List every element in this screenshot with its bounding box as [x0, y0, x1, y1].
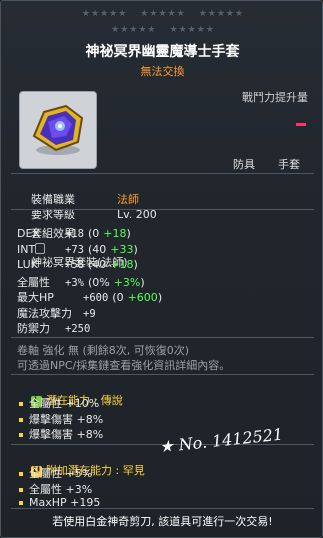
- star-icon: ★: [216, 9, 225, 19]
- divider: [11, 374, 314, 375]
- stat-row: 最大HP +600 (0 +600): [17, 289, 162, 305]
- scroll-info-line1: 卷軸 強化 無 (剩餘8次, 可恢復0次): [17, 344, 190, 357]
- star-icon: ★: [198, 9, 207, 19]
- star-icon: ★: [100, 9, 109, 19]
- star-icon: ★: [81, 9, 90, 19]
- item-tooltip: ★★★★★ ★★★★★ ★★★★★ ★★★★★ ★★★★★ 神祕冥界幽靈魔導士手套 無…: [0, 0, 323, 538]
- star-force-row-1: ★★★★★ ★★★★★ ★★★★★: [1, 9, 322, 19]
- stat-total: +3%: [65, 276, 84, 289]
- bullet-icon: [19, 433, 23, 437]
- tag-category: 防具: [233, 158, 255, 171]
- star-icon: ★: [167, 9, 176, 19]
- stat-name: 防禦力: [17, 322, 50, 335]
- star-icon: ★: [149, 9, 158, 19]
- star-icon: ★: [196, 25, 205, 35]
- stat-base: (0: [87, 227, 100, 240]
- stat-base: (40: [87, 258, 107, 271]
- stat-row: 防禦力 +250: [17, 320, 98, 336]
- stat-base: (40: [87, 242, 107, 256]
- stat-name: 魔法攻擊力: [17, 306, 72, 320]
- item-name: 神祕冥界幽靈魔導士手套: [85, 44, 240, 60]
- star-icon: ★: [187, 25, 196, 35]
- watermark-number: ★ No. 1412521: [158, 424, 284, 457]
- stat-name: 最大HP: [17, 291, 54, 304]
- divider: [11, 337, 314, 338]
- divider: [11, 209, 314, 210]
- star-icon: ★: [235, 9, 244, 19]
- star-icon: ★: [225, 9, 234, 19]
- item-icon-frame: [19, 91, 97, 169]
- stat-name: LUK: [17, 258, 38, 271]
- stat-row: LUK +58 (40 +18): [17, 258, 138, 271]
- stat-close: ): [133, 242, 138, 256]
- star-icon: ★: [147, 25, 156, 35]
- star-icon: ★: [205, 25, 214, 35]
- stat-bonus: +18: [110, 258, 134, 271]
- star-force-row-2: ★★★★★ ★★★★★: [1, 25, 322, 35]
- tag-type: 手套: [278, 158, 300, 171]
- stat-total: +250: [65, 323, 91, 335]
- stat-close: ): [133, 258, 138, 271]
- stat-name: INT: [17, 242, 36, 256]
- stat-total: +600: [83, 292, 109, 304]
- star-icon: ★: [178, 25, 187, 35]
- stat-bonus: +18: [103, 227, 127, 240]
- additional-potential-line-text: 全屬性 +3%: [29, 482, 93, 496]
- star-icon: ★: [158, 9, 167, 19]
- stat-total: +18: [65, 228, 84, 240]
- stat-close: ): [157, 291, 163, 304]
- additional-potential-line: 全屬性 +3%: [19, 481, 92, 497]
- purple-gold-glove-icon: [32, 104, 84, 155]
- bullet-icon: [19, 402, 23, 406]
- bullet-icon: [19, 472, 23, 476]
- star-icon: ★: [129, 25, 138, 35]
- power-increase-label: 戰鬥力提升量: [242, 91, 308, 104]
- stat-row: INT +73 (40 +33): [17, 243, 138, 256]
- potential-line-text: 爆擊傷害 +8%: [29, 428, 104, 441]
- stat-name: DEX: [17, 227, 40, 240]
- additional-potential-line: 全屬性 +5%: [19, 465, 92, 481]
- stat-bonus: +600: [127, 291, 158, 304]
- star-icon: ★: [109, 9, 118, 19]
- stat-bonus: +33: [110, 242, 134, 256]
- trade-status: 無法交換: [140, 65, 185, 78]
- additional-potential-line-text: 全屬性 +5%: [29, 467, 93, 480]
- stat-close: ): [140, 275, 145, 289]
- stat-total: +9: [83, 307, 96, 320]
- stat-row: 全屬性 +3% (0% +3%): [17, 274, 145, 290]
- bullet-icon: [19, 501, 23, 505]
- stat-close: ): [126, 227, 131, 240]
- potential-line: 全屬性 +10%: [19, 395, 99, 411]
- star-icon: ★: [140, 9, 149, 19]
- stat-total: +73: [65, 243, 84, 256]
- stat-total: +58: [65, 259, 84, 271]
- power-increase-indicator: [296, 123, 306, 126]
- divider: [11, 173, 314, 174]
- stat-bonus: +3%: [113, 275, 141, 289]
- star-icon: ★: [138, 25, 147, 35]
- stat-base: (0: [112, 291, 124, 304]
- potential-line-text: 全屬性 +10%: [29, 397, 100, 410]
- scroll-info-line2: 可透過NPC/採集鏈查看強化資訊詳細內容。: [17, 359, 231, 372]
- potential-line: 爆擊傷害 +8%: [19, 411, 103, 427]
- star-icon: ★: [90, 9, 100, 19]
- stat-name: 全屬性: [17, 275, 50, 289]
- star-icon: ★: [207, 9, 216, 19]
- footer-note: 若使用白金神奇剪刀, 該道具可進行一次交易!: [52, 515, 273, 528]
- bullet-icon: [19, 487, 23, 492]
- stat-base: (0%: [87, 275, 110, 289]
- stat-row: DEX +18 (0 +18): [17, 227, 131, 240]
- star-icon: ★: [176, 9, 185, 19]
- potential-line-text: 爆擊傷害 +8%: [29, 412, 104, 426]
- star-icon: ★: [111, 25, 120, 35]
- bullet-icon: [19, 417, 23, 422]
- star-icon: ★: [118, 9, 127, 19]
- divider: [11, 508, 314, 509]
- stat-row: 魔法攻擊力 +9: [17, 305, 104, 321]
- potential-line: 爆擊傷害 +8%: [19, 426, 103, 442]
- star-icon: ★: [169, 25, 178, 35]
- star-icon: ★: [120, 25, 129, 35]
